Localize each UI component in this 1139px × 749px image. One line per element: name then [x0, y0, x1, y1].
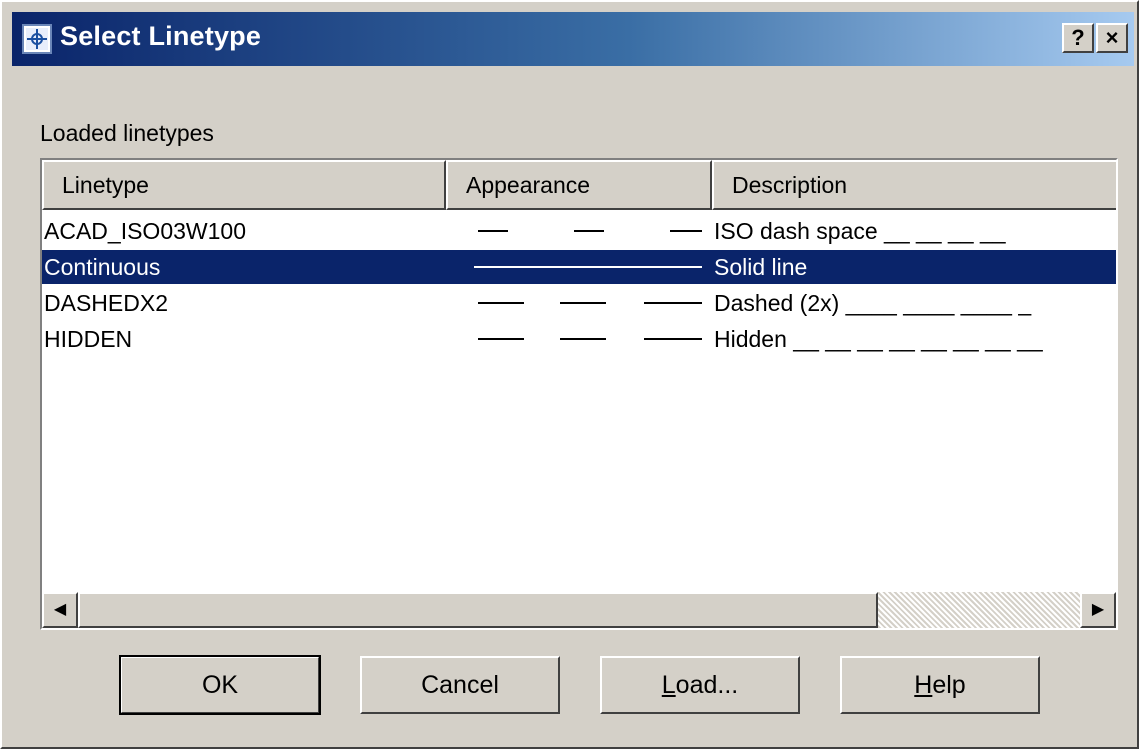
help-title-button[interactable]: ? [1062, 23, 1094, 53]
close-title-button[interactable]: × [1096, 23, 1128, 53]
column-header-description[interactable]: Description [712, 160, 1116, 210]
linetype-preview [474, 266, 702, 268]
help-button[interactable]: Help [840, 656, 1040, 714]
linetype-appearance [454, 286, 712, 320]
column-header-linetype[interactable]: Linetype [42, 160, 446, 210]
load-button[interactable]: Load... [600, 656, 800, 714]
loaded-linetypes-label: Loaded linetypes [40, 120, 214, 146]
linetype-preview [478, 302, 702, 304]
linetype-row[interactable]: DASHEDX2 Dashed (2x) ____ ____ ____ _ [42, 286, 1116, 320]
ok-button[interactable]: OK [119, 655, 321, 715]
load-label: oad... [675, 671, 739, 699]
scroll-right-button[interactable]: ▶ [1080, 592, 1116, 628]
linetype-row[interactable]: Continuous Solid line [42, 250, 1116, 284]
cancel-button[interactable]: Cancel [360, 656, 560, 714]
linetype-appearance [454, 214, 712, 248]
linetype-list[interactable]: Linetype Appearance Description ACAD_ISO… [40, 158, 1118, 630]
linetype-description: Hidden __ __ __ __ __ __ __ __ [714, 326, 1043, 352]
list-header: Linetype Appearance Description [42, 160, 1116, 210]
linetype-name: Continuous [44, 254, 161, 280]
scroll-thumb[interactable] [78, 592, 878, 628]
scroll-left-button[interactable]: ◀ [42, 592, 78, 628]
linetype-appearance [454, 322, 712, 356]
linetype-row[interactable]: HIDDEN Hidden __ __ __ __ __ __ __ __ [42, 322, 1116, 356]
help-label: elp [932, 671, 966, 699]
select-linetype-dialog: Select Linetype ? × Loaded linetypes Lin… [0, 0, 1139, 749]
window-title: Select Linetype [60, 21, 262, 51]
linetype-name: HIDDEN [44, 326, 133, 352]
linetype-preview [478, 338, 702, 340]
title-bar[interactable]: Select Linetype ? × [12, 12, 1134, 66]
linetype-description: Dashed (2x) ____ ____ ____ _ [714, 290, 1032, 316]
linetype-description: ISO dash space __ __ __ __ [714, 218, 1006, 244]
load-mnemonic: L [661, 671, 676, 699]
app-icon [22, 24, 52, 54]
linetype-name: ACAD_ISO03W100 [44, 218, 246, 244]
column-header-appearance[interactable]: Appearance [446, 160, 712, 210]
linetype-appearance [454, 250, 712, 284]
linetype-description: Solid line [714, 254, 808, 280]
horizontal-scrollbar[interactable]: ◀ ▶ [42, 592, 1116, 628]
help-mnemonic: H [914, 671, 933, 699]
linetype-row[interactable]: ACAD_ISO03W100 ISO dash space __ __ __ __ [42, 214, 1116, 248]
linetype-name: DASHEDX2 [44, 290, 168, 316]
linetype-preview [478, 230, 702, 232]
